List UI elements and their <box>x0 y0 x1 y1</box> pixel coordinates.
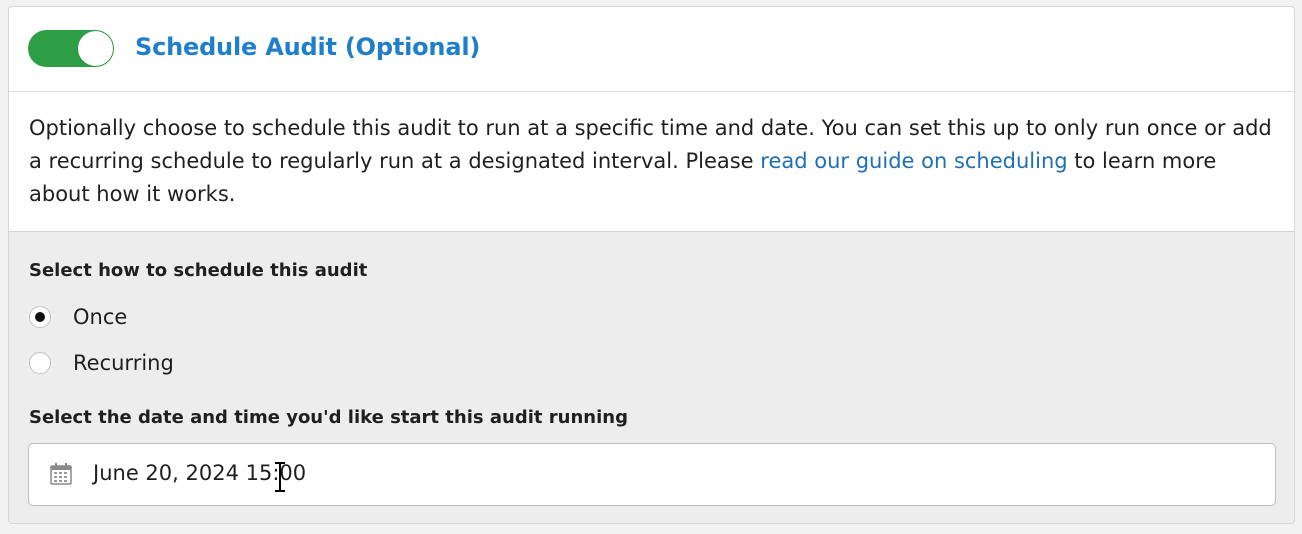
schedule-toggle[interactable] <box>28 30 114 67</box>
schedule-type-label: Select how to schedule this audit <box>29 260 368 281</box>
description-text: Optionally choose to schedule this audit… <box>29 112 1279 211</box>
radio-once[interactable] <box>29 306 51 328</box>
radio-option-recurring[interactable]: Recurring <box>29 348 174 378</box>
scheduling-guide-link[interactable]: read our guide on scheduling <box>760 149 1067 173</box>
calendar-icon <box>50 463 72 485</box>
radio-recurring[interactable] <box>29 352 51 374</box>
schedule-audit-card: Schedule Audit (Optional) Optionally cho… <box>8 6 1295 524</box>
radio-option-once[interactable]: Once <box>29 302 127 332</box>
start-datetime-label: Select the date and time you'd like star… <box>29 407 628 428</box>
start-datetime-input[interactable]: June 20, 2024 15:00 <box>28 443 1276 506</box>
text-cursor-icon <box>275 462 285 492</box>
schedule-options-panel: Select how to schedule this audit Once R… <box>9 231 1294 523</box>
radio-once-label: Once <box>73 305 128 329</box>
toggle-knob <box>78 31 113 66</box>
radio-recurring-label: Recurring <box>73 351 174 375</box>
section-title: Schedule Audit (Optional) <box>135 33 481 61</box>
card-header: Schedule Audit (Optional) <box>9 7 1294 92</box>
